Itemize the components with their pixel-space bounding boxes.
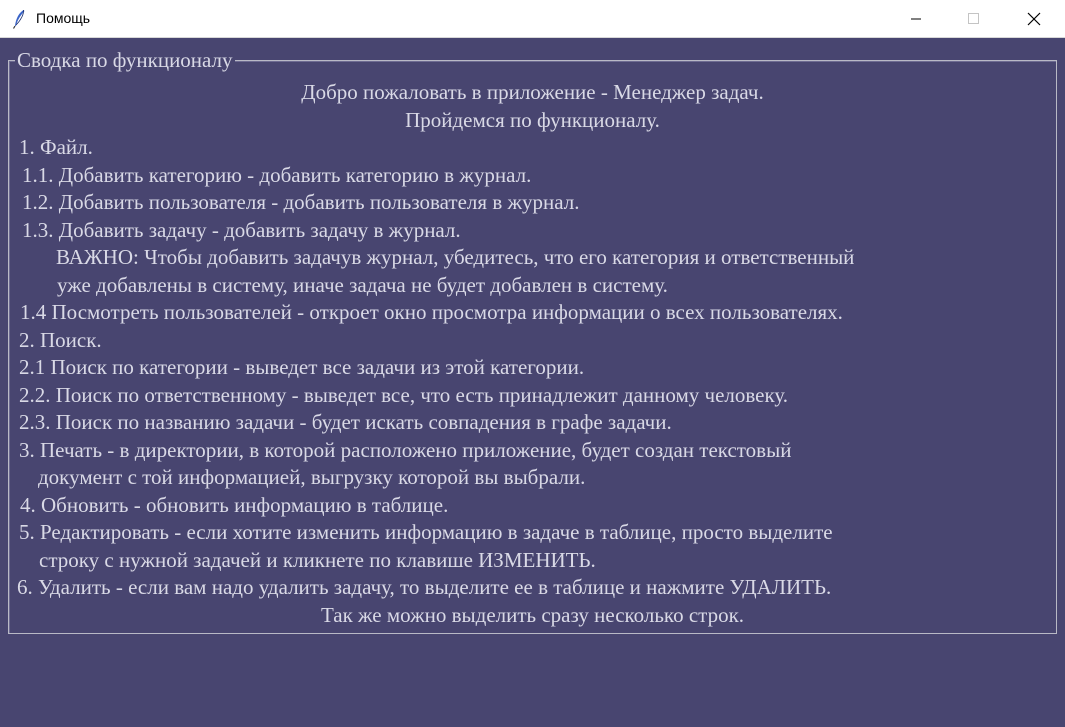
help-line: 4. Обновить - обновить информацию в табл… bbox=[20, 493, 449, 517]
help-line: 1.2. Добавить пользователя - добавить по… bbox=[22, 190, 580, 214]
help-line: 6. Удалить - если вам надо удалить задач… bbox=[17, 575, 832, 599]
help-line: 1. Файл. bbox=[19, 135, 93, 159]
help-line: уже добавлены в систему, иначе задача не… bbox=[57, 273, 668, 297]
help-line: Пройдемся по функционалу. bbox=[405, 108, 660, 132]
title-bar: Помощь bbox=[0, 0, 1065, 38]
help-line: строку с нужной задачей и кликнете по кл… bbox=[39, 548, 596, 572]
minimize-button[interactable] bbox=[893, 0, 939, 38]
close-icon bbox=[1027, 12, 1041, 26]
close-button[interactable] bbox=[1011, 0, 1057, 38]
help-window-content: Сводка по функционалу Добро пожаловать в… bbox=[0, 38, 1065, 727]
maximize-icon bbox=[968, 13, 979, 24]
help-line: 2.1 Поиск по категории - выведет все зад… bbox=[19, 355, 585, 379]
help-line: ВАЖНО: Чтобы добавить задачув журнал, уб… bbox=[56, 245, 855, 269]
frame-label: Сводка по функционалу bbox=[15, 47, 235, 73]
help-line: 5. Редактировать - если хотите изменить … bbox=[19, 520, 833, 544]
feather-icon bbox=[12, 9, 25, 29]
help-line: Так же можно выделить сразу несколько ст… bbox=[320, 603, 745, 627]
help-line: Добро пожаловать в приложение - Менеджер… bbox=[301, 80, 764, 104]
help-line: документ с той информацией, выгрузку кот… bbox=[38, 465, 586, 489]
help-line: 2.2. Поиск по ответственному - выведет в… bbox=[19, 383, 789, 407]
maximize-button[interactable] bbox=[951, 0, 997, 38]
help-line: 3. Печать - в директории, в которой расп… bbox=[19, 438, 792, 462]
help-line: 2. Поиск. bbox=[19, 328, 102, 352]
window-title: Помощь bbox=[36, 10, 91, 26]
help-line: 1.1. Добавить категорию - добавить катег… bbox=[22, 163, 532, 187]
help-line: 1.3. Добавить задачу - добавить задачу в… bbox=[22, 218, 461, 242]
minimize-icon bbox=[911, 18, 921, 20]
help-line: 2.3. Поиск по названию задачи - будет ис… bbox=[19, 410, 672, 434]
help-line: 1.4 Посмотреть пользователей - откроет о… bbox=[20, 300, 843, 324]
